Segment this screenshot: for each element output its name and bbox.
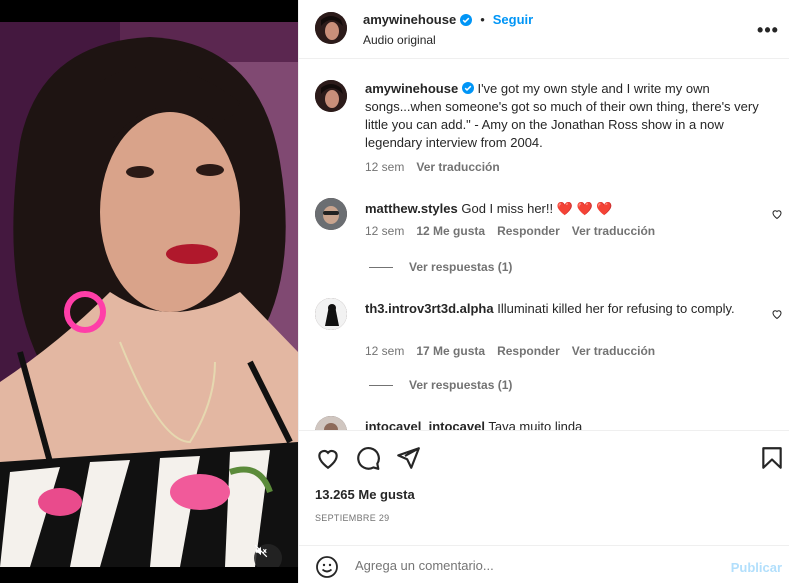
comment-username[interactable]: intocavel_intocavel — [365, 419, 485, 430]
replies-line — [369, 266, 393, 268]
comment-body: God I miss her!! — [461, 201, 554, 216]
comment-item: th3.introv3rt3d.alpha Illuminati killed … — [315, 298, 785, 398]
comment-meta: 12 sem 17 Me gusta Responder Ver traducc… — [365, 344, 655, 358]
translate-link[interactable]: Ver traducción — [572, 224, 655, 238]
caption: amywinehouse I've got my own style and I… — [315, 80, 785, 180]
comment-likes[interactable]: 17 Me gusta — [416, 344, 485, 358]
more-icon: ••• — [757, 19, 779, 40]
separator-dot: • — [480, 12, 485, 27]
add-comment-bar: Publicar — [299, 545, 789, 583]
heart-icon[interactable] — [771, 208, 783, 220]
comment-body: Tava muito linda — [488, 419, 583, 430]
comment-text: matthew.styles God I miss her!! ❤️ ❤️ ❤️ — [365, 200, 755, 218]
avatar[interactable] — [315, 80, 347, 112]
share-icon[interactable] — [395, 445, 421, 471]
post-header: amywinehouse • Seguir Audio original ••• — [299, 0, 789, 59]
comments-list[interactable]: amywinehouse I've got my own style and I… — [299, 60, 789, 430]
comment-username[interactable]: matthew.styles — [365, 201, 458, 216]
header-user: amywinehouse • Seguir — [363, 12, 533, 27]
emoji-icon[interactable] — [315, 555, 339, 579]
reply-button[interactable]: Responder — [497, 224, 560, 238]
comment-likes[interactable]: 12 Me gusta — [416, 224, 485, 238]
caption-username[interactable]: amywinehouse — [365, 81, 458, 96]
view-replies-button[interactable]: Ver respuestas (1) — [369, 260, 512, 274]
comment-username[interactable]: th3.introv3rt3d.alpha — [365, 301, 494, 316]
heart-icon[interactable] — [315, 445, 341, 471]
comment-text: intocavel_intocavel Tava muito linda — [365, 418, 755, 430]
username-link[interactable]: amywinehouse — [363, 12, 456, 27]
post-media[interactable] — [0, 0, 298, 583]
view-replies-label: Ver respuestas (1) — [409, 260, 513, 274]
translate-link[interactable]: Ver traducción — [572, 344, 655, 358]
view-replies-label: Ver respuestas (1) — [409, 378, 513, 392]
comment-body: Illuminati killed her for refusing to co… — [497, 301, 735, 316]
comment-input[interactable] — [355, 558, 695, 573]
verified-icon — [460, 13, 473, 26]
avatar[interactable] — [315, 298, 347, 330]
avatar[interactable] — [315, 12, 347, 44]
avatar[interactable] — [315, 416, 347, 430]
caption-time: 12 sem — [365, 160, 405, 174]
heart-icon[interactable] — [771, 308, 783, 320]
bookmark-icon[interactable] — [759, 445, 785, 471]
mute-button[interactable] — [254, 544, 282, 567]
comment-item: intocavel_intocavel Tava muito linda — [315, 416, 785, 430]
caption-meta: 12 sem Ver traducción — [365, 160, 500, 174]
avatar[interactable] — [315, 198, 347, 230]
comment-time: 12 sem — [365, 224, 405, 238]
comment-icon[interactable] — [355, 445, 381, 471]
post-actions: 13.265 Me gusta SEPTIEMBRE 29 — [299, 430, 789, 540]
post-date: SEPTIEMBRE 29 — [315, 513, 390, 523]
publish-button[interactable]: Publicar — [731, 560, 782, 575]
reply-button[interactable]: Responder — [497, 344, 560, 358]
caption-text: amywinehouse I've got my own style and I… — [365, 80, 765, 152]
comment-text: th3.introv3rt3d.alpha Illuminati killed … — [365, 300, 735, 318]
view-replies-button[interactable]: Ver respuestas (1) — [369, 378, 512, 392]
video-image — [0, 22, 298, 567]
comment-emoji: ❤️ ❤️ ❤️ — [556, 201, 613, 216]
post-panel: amywinehouse • Seguir Audio original •••… — [298, 0, 789, 583]
comment-item: matthew.styles God I miss her!! ❤️ ❤️ ❤️… — [315, 198, 785, 278]
follow-button[interactable]: Seguir — [493, 12, 533, 27]
replies-line — [369, 384, 393, 386]
video-frame[interactable] — [0, 22, 298, 567]
comment-meta: 12 sem 12 Me gusta Responder Ver traducc… — [365, 224, 655, 238]
likes-count[interactable]: 13.265 Me gusta — [315, 487, 415, 502]
comment-time: 12 sem — [365, 344, 405, 358]
translate-link[interactable]: Ver traducción — [416, 160, 499, 174]
more-options-button[interactable]: ••• — [756, 18, 780, 42]
mute-icon — [254, 544, 268, 558]
audio-link[interactable]: Audio original — [363, 33, 436, 47]
verified-icon — [461, 82, 474, 94]
